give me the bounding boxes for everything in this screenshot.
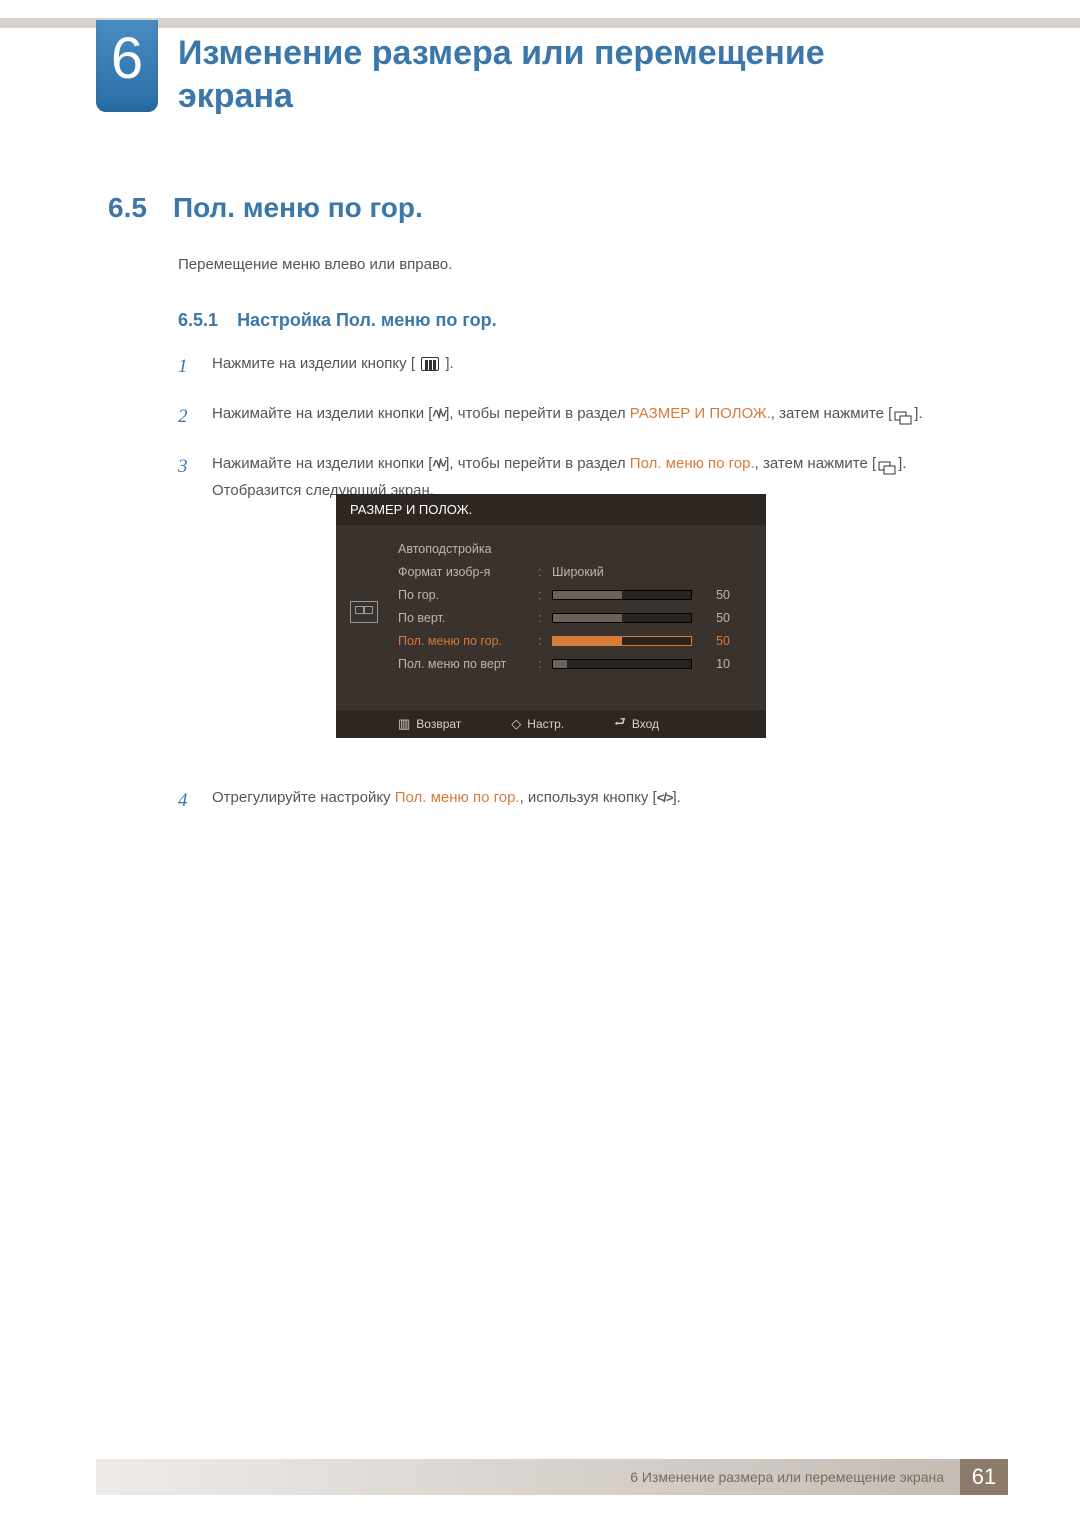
section-title: Пол. меню по гор. <box>173 192 423 224</box>
osd-row-label: Автоподстройка <box>398 542 538 556</box>
step-number: 1 <box>178 350 194 384</box>
chapter-number-badge: 6 <box>96 20 158 112</box>
diamond-icon: ◇ <box>511 716 521 732</box>
colon: : <box>538 611 552 625</box>
text: ], чтобы перейти в раздел <box>445 455 630 472</box>
osd-row: Автоподстройка <box>398 537 748 560</box>
osd-footer: ▥ Возврат ◇ Настр. ⮐ Вход <box>336 710 766 738</box>
osd-row-label: Пол. меню по верт <box>398 657 538 671</box>
osd-body: АвтоподстройкаФормат изобр-я:ШирокийПо г… <box>336 525 766 675</box>
slider-fill <box>553 637 622 645</box>
highlight: Пол. меню по гор. <box>395 789 520 806</box>
text: Отрегулируйте настройку <box>212 789 395 806</box>
colon: : <box>538 588 552 602</box>
osd-text-value: Широкий <box>552 565 604 579</box>
slider-fill <box>553 660 567 668</box>
text: , затем нажмите [ <box>771 405 892 422</box>
osd-row: Формат изобр-я:Широкий <box>398 560 748 583</box>
osd-row-label: Пол. меню по гор. <box>398 634 538 648</box>
page-footer: 6 Изменение размера или перемещение экра… <box>96 1459 1008 1495</box>
menu-bars-icon: ▥ <box>398 716 410 732</box>
colon: : <box>538 657 552 671</box>
osd-row: Пол. меню по гор.: 50 <box>398 629 748 652</box>
osd-footer-enter: ⮐ Вход <box>614 713 659 735</box>
colon: : <box>538 634 552 648</box>
up-down-icon: ˄/˅ <box>432 406 445 421</box>
text: , используя кнопку [ <box>520 789 657 806</box>
slider-track <box>552 590 692 600</box>
osd-row-label: По гор. <box>398 588 538 602</box>
osd-header: РАЗМЕР И ПОЛОЖ. <box>336 494 766 525</box>
step-1: 1 Нажмите на изделии кнопку [ ]. <box>178 350 970 384</box>
step-2: 2 Нажимайте на изделии кнопки [˄/˅], что… <box>178 400 970 434</box>
slider-fill <box>553 614 622 622</box>
osd-footer-back: ▥ Возврат <box>398 716 461 732</box>
section-heading: 6.5 Пол. меню по гор. <box>108 192 423 224</box>
text: ]. <box>914 405 922 422</box>
footer-text: 6 Изменение размера или перемещение экра… <box>96 1459 960 1495</box>
osd-row-value: 10 <box>552 657 748 671</box>
section-intro: Перемещение меню влево или вправо. <box>178 256 452 273</box>
label: Вход <box>632 717 659 731</box>
enter-icon <box>878 457 896 471</box>
step-number: 2 <box>178 400 194 434</box>
size-position-icon <box>350 601 378 623</box>
osd-panel: РАЗМЕР И ПОЛОЖ. Автоподстройка Формат изо… <box>336 494 766 738</box>
text: Нажимайте на изделии кнопки [ <box>212 405 432 422</box>
up-down-icon: ˄/˅ <box>432 456 445 471</box>
text: ], чтобы перейти в раздел <box>445 405 630 422</box>
highlight: РАЗМЕР И ПОЛОЖ. <box>630 405 771 422</box>
slider-value: 50 <box>702 588 730 602</box>
text: Нажимайте на изделии кнопки [ <box>212 455 432 472</box>
slider-value: 50 <box>702 634 730 648</box>
enter-icon <box>894 407 912 421</box>
subsection-heading: 6.5.1 Настройка Пол. меню по гор. <box>178 310 497 331</box>
enter-arrow-icon: ⮐ <box>614 713 626 735</box>
step-text: Отрегулируйте настройку Пол. меню по гор… <box>212 784 681 818</box>
osd-row-value: 50 <box>552 611 748 625</box>
step-number: 3 <box>178 450 194 504</box>
slider-track <box>552 636 692 646</box>
step-4: 4 Отрегулируйте настройку Пол. меню по г… <box>178 784 970 818</box>
slider-track <box>552 613 692 623</box>
slider-track <box>552 659 692 669</box>
top-decor-bar <box>0 18 1080 28</box>
step-text: Нажмите на изделии кнопку [ ]. <box>212 350 454 384</box>
osd-row: Пол. меню по верт: 10 <box>398 652 748 675</box>
osd-row: По верт.: 50 <box>398 606 748 629</box>
highlight: Пол. меню по гор. <box>630 455 755 472</box>
text: ]. <box>445 355 453 372</box>
text: , затем нажмите [ <box>755 455 876 472</box>
section-number: 6.5 <box>108 192 147 224</box>
subsection-number: 6.5.1 <box>178 310 218 330</box>
osd-row-value: 50 <box>552 588 748 602</box>
slider-value: 10 <box>702 657 730 671</box>
osd-row-value: 50 <box>552 634 748 648</box>
osd-row-label: Формат изобр-я <box>398 565 538 579</box>
page-number: 61 <box>960 1459 1008 1495</box>
text: Нажмите на изделии кнопку [ <box>212 355 415 372</box>
step-text: Нажимайте на изделии кнопки [˄/˅], чтобы… <box>212 400 923 434</box>
osd-footer-adjust: ◇ Настр. <box>511 716 564 732</box>
menu-icon <box>421 357 439 371</box>
osd-row-label: По верт. <box>398 611 538 625</box>
subsection-title: Настройка Пол. меню по гор. <box>237 310 497 330</box>
slider-fill <box>553 591 622 599</box>
left-right-icon: </> <box>657 790 673 805</box>
osd-row: По гор.: 50 <box>398 583 748 606</box>
slider-value: 50 <box>702 611 730 625</box>
chapter-title: Изменение размера или перемещение экрана <box>178 32 938 117</box>
osd-row-value: Широкий <box>552 565 748 579</box>
label: Возврат <box>416 717 461 731</box>
text: ]. <box>673 789 681 806</box>
colon: : <box>538 565 552 579</box>
label: Настр. <box>527 717 564 731</box>
step-number: 4 <box>178 784 194 818</box>
